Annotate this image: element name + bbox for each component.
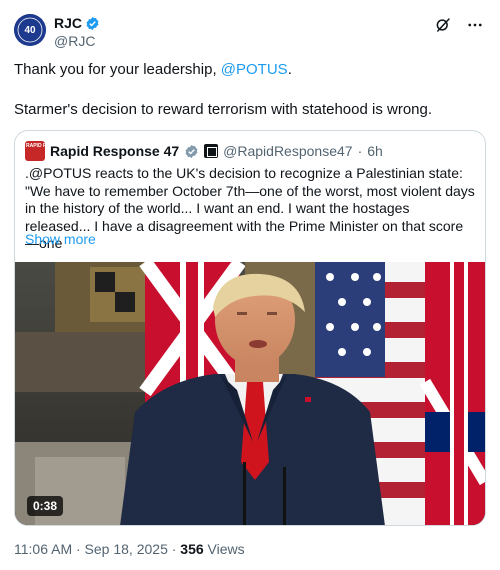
author-display-name[interactable]: RJC (54, 14, 82, 32)
tweet-text-suffix: . (287, 61, 292, 78)
verified-gray-badge-icon (185, 144, 198, 158)
rjc-logo: 40 (14, 14, 46, 46)
tweet-text: Thank you for your leadership, @POTUS. S… (14, 60, 486, 140)
views-label: Views (203, 541, 245, 557)
quote-separator: · (357, 143, 363, 159)
grok-icon[interactable] (434, 16, 452, 34)
timestamp[interactable]: 11:06 AM · Sep 18, 2025 · (14, 541, 180, 557)
quote-time[interactable]: 6h (367, 143, 383, 159)
author-handle[interactable]: @RJC (54, 32, 100, 50)
tweet-meta: 11:06 AM · Sep 18, 2025 · 356 Views (14, 541, 245, 557)
video-thumbnail (15, 262, 485, 525)
quote-handle[interactable]: @RapidResponse47 (223, 143, 352, 159)
verified-badge-icon (86, 16, 99, 30)
more-icon[interactable] (466, 16, 484, 34)
video-player[interactable]: 0:38 (15, 262, 485, 525)
quoted-tweet[interactable]: RAPID RESPONSE Rapid Response 47 @RapidR… (14, 130, 486, 526)
tweet-header: 40 RJC @RJC (14, 14, 486, 54)
quote-avatar-text: RAPID RESPONSE (26, 143, 45, 149)
mention-link[interactable]: @POTUS (221, 61, 288, 78)
avatar-text: 40 (24, 25, 36, 36)
tweet-text-line2: Starmer's decision to reward terrorism w… (14, 101, 433, 118)
tweet-text-prefix: Thank you for your leadership, (14, 61, 221, 78)
avatar[interactable]: 40 (14, 14, 46, 46)
quote-avatar[interactable]: RAPID RESPONSE (25, 141, 45, 161)
show-more-link[interactable]: Show more (25, 231, 96, 247)
government-badge-icon (204, 144, 219, 158)
quote-display-name[interactable]: Rapid Response 47 (50, 143, 179, 159)
video-duration: 0:38 (27, 496, 64, 516)
views-count: 356 (180, 541, 204, 557)
